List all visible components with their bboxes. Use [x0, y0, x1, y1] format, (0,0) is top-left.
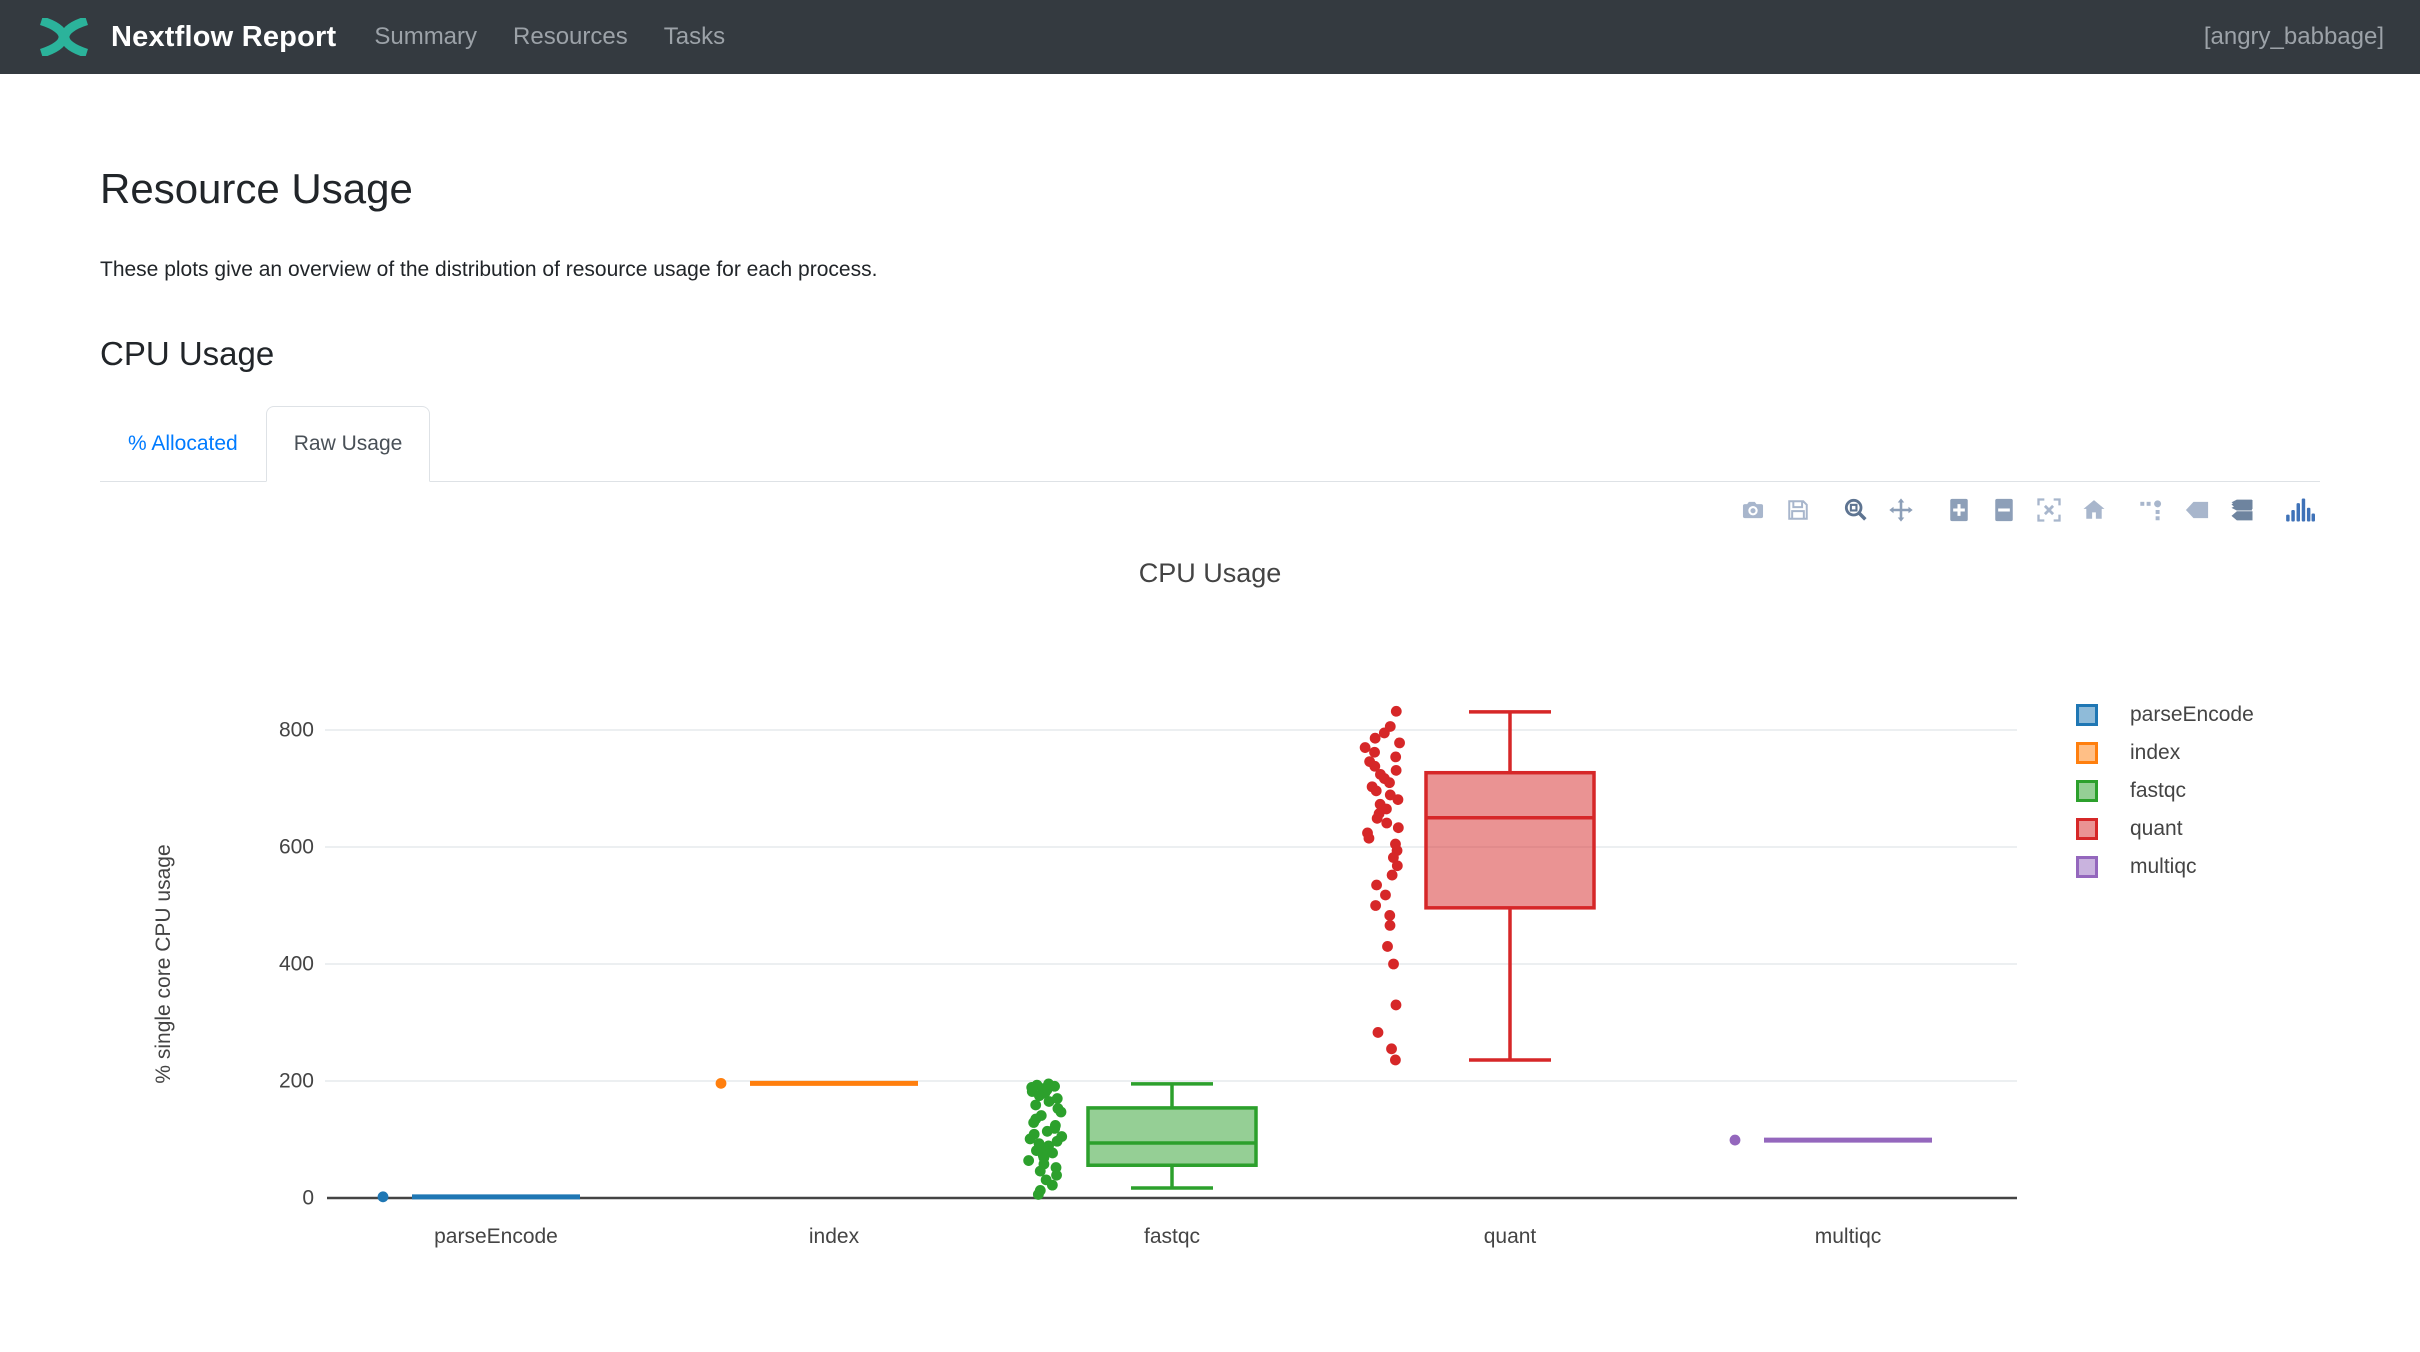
data-point-quant[interactable] — [1384, 911, 1395, 922]
nav-link-tasks[interactable]: Tasks — [664, 23, 725, 51]
x-tick-label: index — [809, 1225, 860, 1248]
data-point-fastqc[interactable] — [1034, 1091, 1045, 1102]
data-point-quant[interactable] — [1370, 901, 1381, 912]
legend-item-index[interactable]: index — [2076, 734, 2254, 772]
data-point-quant[interactable] — [1393, 823, 1404, 834]
legend-swatch-multiqc — [2076, 856, 2098, 878]
section-title-cpu-usage: CPU Usage — [100, 334, 2320, 374]
data-point-quant[interactable] — [1391, 1000, 1402, 1011]
data-point-quant[interactable] — [1386, 1044, 1397, 1055]
y-tick-label: 0 — [302, 1187, 314, 1210]
data-point-quant[interactable] — [1370, 733, 1381, 744]
data-point-quant[interactable] — [1371, 786, 1382, 797]
data-point-quant[interactable] — [1371, 880, 1382, 891]
data-point-fastqc[interactable] — [1051, 1170, 1062, 1181]
legend-swatch-index — [2076, 742, 2098, 764]
data-point-fastqc[interactable] — [1044, 1097, 1055, 1108]
box-plot-canvas[interactable]: 0 200 400 600 800 CPU Usage % single core CPU … — [0, 482, 2420, 1347]
legend-label-parseEncode: parseEncode — [2130, 703, 2254, 727]
data-point-quant[interactable] — [1381, 818, 1392, 829]
legend-label-index: index — [2130, 741, 2180, 765]
x-tick-label: multiqc — [1815, 1225, 1882, 1248]
tab-raw-usage[interactable]: Raw Usage — [266, 406, 431, 482]
data-point-quant[interactable] — [1391, 765, 1402, 776]
data-point-fastqc[interactable] — [1033, 1190, 1044, 1201]
chart-legend: parseEncode index fastqc quant multiqc — [2076, 696, 2254, 886]
box-quant[interactable] — [1426, 773, 1594, 908]
data-point-fastqc[interactable] — [1042, 1126, 1053, 1137]
data-point-parseEncode[interactable] — [378, 1192, 389, 1203]
x-tick-label: parseEncode — [434, 1225, 558, 1248]
data-point-fastqc[interactable] — [1035, 1166, 1046, 1177]
y-tick-label: 400 — [279, 953, 314, 976]
session-name: [angry_babbage] — [2204, 23, 2384, 51]
data-point-quant[interactable] — [1394, 738, 1405, 749]
legend-item-parseEncode[interactable]: parseEncode — [2076, 696, 2254, 734]
y-axis-title: % single core CPU usage — [152, 845, 175, 1084]
nav-link-summary[interactable]: Summary — [374, 23, 477, 51]
legend-label-quant: quant — [2130, 817, 2183, 841]
cpu-usage-tabs: % Allocated Raw Usage — [100, 406, 2320, 482]
data-point-quant[interactable] — [1390, 1055, 1401, 1066]
data-point-quant[interactable] — [1369, 747, 1380, 758]
data-point-quant[interactable] — [1364, 833, 1375, 844]
data-point-fastqc[interactable] — [1023, 1156, 1034, 1167]
data-point-quant[interactable] — [1379, 728, 1390, 739]
y-tick-label: 600 — [279, 836, 314, 859]
legend-item-multiqc[interactable]: multiqc — [2076, 848, 2254, 886]
navbar-links: Summary Resources Tasks — [374, 23, 725, 51]
navbar-brand[interactable]: Nextflow Report — [33, 18, 336, 56]
y-tick-label: 800 — [279, 719, 314, 742]
legend-swatch-quant — [2076, 818, 2098, 840]
page-title: Resource Usage — [100, 164, 2320, 214]
data-point-quant[interactable] — [1373, 1028, 1384, 1039]
data-point-quant[interactable] — [1388, 959, 1399, 970]
data-point-quant[interactable] — [1372, 813, 1383, 824]
data-point-index[interactable] — [716, 1078, 727, 1089]
box-fastqc[interactable] — [1088, 1108, 1256, 1165]
top-navbar: Nextflow Report Summary Resources Tasks … — [0, 0, 2420, 74]
data-point-quant[interactable] — [1360, 743, 1371, 754]
legend-item-fastqc[interactable]: fastqc — [2076, 772, 2254, 810]
cpu-usage-chart: 0 200 400 600 800 CPU Usage % single core CPU … — [0, 482, 2420, 1347]
data-point-quant[interactable] — [1392, 861, 1403, 872]
data-point-multiqc[interactable] — [1730, 1135, 1741, 1146]
brand-title: Nextflow Report — [111, 21, 336, 54]
legend-swatch-parseEncode — [2076, 704, 2098, 726]
data-point-fastqc[interactable] — [1030, 1100, 1041, 1111]
data-point-fastqc[interactable] — [1047, 1180, 1058, 1191]
data-point-quant[interactable] — [1380, 890, 1391, 901]
data-point-quant[interactable] — [1390, 752, 1401, 763]
data-point-fastqc[interactable] — [1028, 1118, 1039, 1129]
nav-link-resources[interactable]: Resources — [513, 23, 628, 51]
x-tick-label: quant — [1484, 1225, 1537, 1248]
data-point-quant[interactable] — [1385, 920, 1396, 931]
x-tick-label: fastqc — [1144, 1225, 1200, 1248]
data-point-quant[interactable] — [1393, 795, 1404, 806]
legend-swatch-fastqc — [2076, 780, 2098, 802]
legend-label-fastqc: fastqc — [2130, 779, 2186, 803]
data-point-fastqc[interactable] — [1056, 1107, 1067, 1118]
page-subtitle: These plots give an overview of the dist… — [100, 254, 2320, 286]
legend-label-multiqc: multiqc — [2130, 855, 2197, 879]
y-tick-label: 200 — [279, 1070, 314, 1093]
data-point-quant[interactable] — [1391, 706, 1402, 717]
data-point-quant[interactable] — [1384, 778, 1395, 789]
nextflow-logo-icon — [33, 18, 95, 56]
tab-percent-allocated[interactable]: % Allocated — [100, 406, 266, 482]
chart-title: CPU Usage — [1139, 558, 1282, 588]
data-point-quant[interactable] — [1382, 942, 1393, 953]
legend-item-quant[interactable]: quant — [2076, 810, 2254, 848]
data-point-quant[interactable] — [1387, 870, 1398, 881]
